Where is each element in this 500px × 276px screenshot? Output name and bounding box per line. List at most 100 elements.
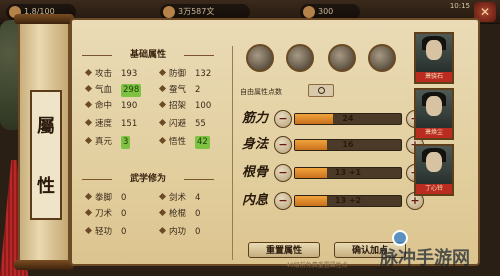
skill-icon-2[interactable] <box>286 44 314 72</box>
stat-value: 42 <box>195 136 210 149</box>
attribute-value: 24 <box>342 114 354 123</box>
martial-row: 拳脚 0 <box>84 192 127 205</box>
martial-row: 轻功 0 <box>84 226 127 239</box>
portrait-name: 萧骁石 <box>416 72 452 82</box>
coin-icon <box>163 6 175 18</box>
attribute-label: 根骨 <box>242 165 269 180</box>
title-plate: 屬 性 <box>30 90 62 220</box>
stat-name: 悟性 <box>169 137 187 147</box>
skill-icon-4[interactable] <box>368 44 396 72</box>
points-dot-icon <box>318 87 325 94</box>
character-portrait-1[interactable]: 萧骁石 <box>414 32 454 84</box>
reset-attributes-button[interactable]: 重置属性 <box>248 242 320 258</box>
clock-text: 10:15 <box>449 2 470 10</box>
attribute-value: 16 <box>342 140 354 149</box>
diamond-icon <box>158 118 167 127</box>
martial-name: 枪棍 <box>169 209 187 219</box>
martial-row: 刀术 0 <box>84 208 127 221</box>
character-portrait-2[interactable]: 萧焕尘 <box>414 88 454 140</box>
skill-icon-3[interactable] <box>328 44 356 72</box>
diamond-icon <box>84 136 93 145</box>
attribute-label: 身法 <box>242 137 269 152</box>
scroll-cap-bottom <box>14 260 74 270</box>
martial-title: 武学修为 <box>82 172 214 186</box>
diamond-icon <box>158 84 167 93</box>
column-divider <box>232 46 233 260</box>
minus-button[interactable]: − <box>274 136 292 154</box>
attribute-value: 13 +2 <box>334 196 362 205</box>
portrait-face <box>426 152 442 172</box>
attribute-value: 13 +1 <box>334 168 362 177</box>
character-portrait-3[interactable]: 丁心铃 <box>414 144 454 196</box>
diamond-icon <box>158 226 167 235</box>
gems-value: 300 <box>318 7 334 16</box>
martial-value: 0 <box>121 209 127 219</box>
diamond-icon <box>84 192 93 201</box>
basic-attributes-title: 基础属性 <box>82 48 214 62</box>
martial-row: 枪棍 0 <box>158 208 201 221</box>
diamond-icon <box>84 118 93 127</box>
stat-value: 3 <box>121 136 131 149</box>
title-char-1: 屬 <box>37 116 55 137</box>
stat-name: 攻击 <box>95 69 113 79</box>
martial-name: 剑术 <box>169 193 187 203</box>
stat-row: 闪避 55 <box>158 118 206 131</box>
stat-name: 防御 <box>169 69 187 79</box>
diamond-icon <box>84 100 93 109</box>
stat-row: 招架 100 <box>158 100 212 113</box>
martial-value: 4 <box>195 193 201 203</box>
stat-row: 真元 3 <box>84 136 131 149</box>
reset-hint-text: 40级前免费重置属性点 <box>286 262 348 269</box>
diamond-icon <box>84 84 93 93</box>
martial-value: 0 <box>195 209 201 219</box>
stat-name: 真元 <box>95 137 113 147</box>
stat-value: 55 <box>195 119 206 129</box>
stat-name: 闪避 <box>169 119 187 129</box>
watermark-text: 脉冲手游网 <box>380 248 470 269</box>
stat-name: 命中 <box>95 101 113 111</box>
stat-value: 2 <box>195 85 201 95</box>
stat-row: 防御 132 <box>158 68 212 81</box>
portrait-name: 丁心铃 <box>416 184 452 194</box>
stat-value: 100 <box>195 101 212 111</box>
martial-value: 0 <box>195 227 201 237</box>
diamond-icon <box>84 68 93 77</box>
attribute-bar: 16 <box>294 139 402 151</box>
scroll-roll: 屬 性 <box>14 14 74 270</box>
coins-value: 3万587文 <box>178 7 215 16</box>
minus-button[interactable]: − <box>274 192 292 210</box>
stat-value: 151 <box>121 119 138 129</box>
diamond-icon <box>158 136 167 145</box>
portrait-face <box>426 96 442 116</box>
gem-icon <box>303 6 315 18</box>
stat-row: 命中 190 <box>84 100 137 113</box>
stat-value: 132 <box>195 69 212 79</box>
martial-value: 0 <box>121 227 127 237</box>
stat-row: 蚕气 2 <box>158 84 201 97</box>
diamond-icon <box>158 100 167 109</box>
attribute-bar: 13 +2 <box>294 195 402 207</box>
attribute-label: 内息 <box>242 193 269 208</box>
title-char-2: 性 <box>37 176 55 197</box>
minus-button[interactable]: − <box>274 110 292 128</box>
portrait-face <box>426 40 442 60</box>
skill-icon-1[interactable] <box>246 44 274 72</box>
diamond-icon <box>158 68 167 77</box>
martial-value: 0 <box>121 193 127 203</box>
stat-name: 气血 <box>95 85 113 95</box>
diamond-icon <box>158 208 167 217</box>
stat-name: 蚕气 <box>169 85 187 95</box>
stat-row: 气血 298 <box>84 84 142 97</box>
free-points-box <box>308 84 334 97</box>
stat-row: 攻击 193 <box>84 68 137 81</box>
stat-name: 招架 <box>169 101 187 111</box>
martial-name: 刀术 <box>95 209 113 219</box>
minus-button[interactable]: − <box>274 164 292 182</box>
diamond-icon <box>84 226 93 235</box>
stat-name: 速度 <box>95 119 113 129</box>
diamond-icon <box>158 192 167 201</box>
martial-row: 内功 0 <box>158 226 201 239</box>
martial-name: 内功 <box>169 227 187 237</box>
scroll-cap-top <box>14 14 74 24</box>
martial-name: 轻功 <box>95 227 113 237</box>
